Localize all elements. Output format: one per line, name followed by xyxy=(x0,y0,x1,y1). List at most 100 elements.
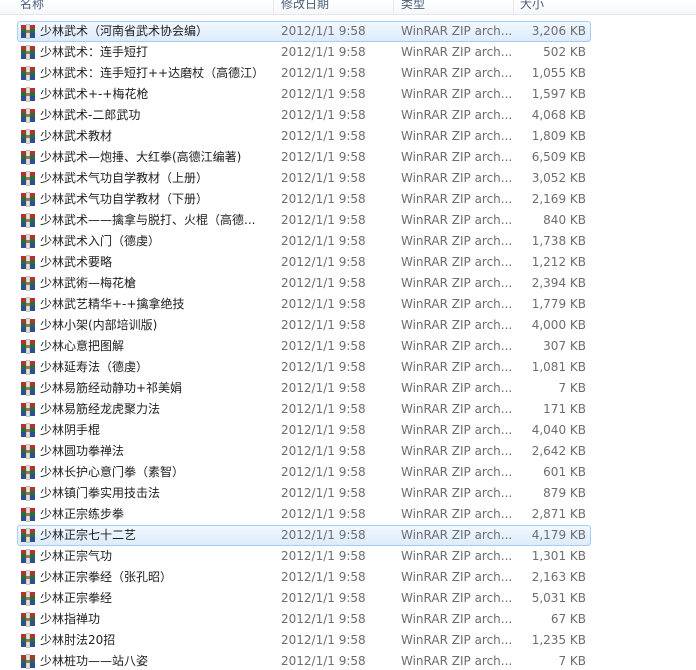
file-type: WinRAR ZIP arch... xyxy=(401,549,511,563)
file-row[interactable]: 少林武术—炮捶、大红拳(高德江编著) 2012/1/1 9:58 WinRAR ZI… xyxy=(0,147,696,168)
file-row[interactable]: 少林长护心意门拳（素智） 2012/1/1 9:58 WinRAR ZIP arch… xyxy=(0,462,696,483)
file-size: 4,040 KB xyxy=(531,423,586,437)
column-header-name[interactable]: 名称 xyxy=(20,0,44,14)
file-row[interactable]: 少林指禅功 2012/1/1 9:58 WinRAR ZIP arch... 67 K… xyxy=(0,609,696,630)
file-size: 1,055 KB xyxy=(531,66,586,80)
file-date-modified: 2012/1/1 9:58 xyxy=(281,255,366,269)
column-divider[interactable] xyxy=(273,0,274,14)
file-row[interactable]: 少林正宗拳经（张孔昭） 2012/1/1 9:58 WinRAR ZIP arch.… xyxy=(0,567,696,588)
column-header-size[interactable]: 大小 xyxy=(520,0,544,14)
file-row[interactable]: 少林心意把图解 2012/1/1 9:58 WinRAR ZIP arch... 30… xyxy=(0,336,696,357)
winrar-archive-icon xyxy=(20,87,36,102)
file-row[interactable]: 少林正宗拳经 2012/1/1 9:58 WinRAR ZIP arch... 5,0… xyxy=(0,588,696,609)
file-size: 601 KB xyxy=(543,465,586,479)
file-row[interactable]: 少林镇门拳实用技击法 2012/1/1 9:58 WinRAR ZIP arch..… xyxy=(0,483,696,504)
file-type: WinRAR ZIP arch... xyxy=(401,654,511,668)
file-date-modified: 2012/1/1 9:58 xyxy=(281,381,366,395)
column-header-date[interactable]: 修改日期 xyxy=(281,0,329,14)
winrar-archive-icon xyxy=(20,297,36,312)
file-date-modified: 2012/1/1 9:58 xyxy=(281,66,366,80)
file-type: WinRAR ZIP arch... xyxy=(401,486,511,500)
file-name: 少林小架(内部培训版) xyxy=(40,318,158,332)
file-row[interactable]: 少林武术——擒拿与脱打、火棍（高德... 2012/1/1 9:58 WinRAR … xyxy=(0,210,696,231)
file-row[interactable]: 少林桩功——站八姿 2012/1/1 9:58 WinRAR ZIP arch...… xyxy=(0,651,696,670)
file-type: WinRAR ZIP arch... xyxy=(401,213,511,227)
file-row[interactable]: 少林延寿法（德虔） 2012/1/1 9:58 WinRAR ZIP arch...… xyxy=(0,357,696,378)
column-header-type[interactable]: 类型 xyxy=(401,0,425,14)
file-date-modified: 2012/1/1 9:58 xyxy=(281,465,366,479)
file-type: WinRAR ZIP arch... xyxy=(401,66,511,80)
file-type: WinRAR ZIP arch... xyxy=(401,87,511,101)
winrar-archive-icon xyxy=(20,633,36,648)
file-row[interactable]: 少林易筋经龙虎聚力法 2012/1/1 9:58 WinRAR ZIP arch..… xyxy=(0,399,696,420)
file-date-modified: 2012/1/1 9:58 xyxy=(281,234,366,248)
file-name: 少林武术+-+梅花枪 xyxy=(40,87,149,101)
file-row[interactable]: 少林武术：连手短打 2012/1/1 9:58 WinRAR ZIP arch...… xyxy=(0,42,696,63)
file-name: 少林武术入门（德虔） xyxy=(40,234,161,248)
file-row[interactable]: 少林武术气功自学教材（上册） 2012/1/1 9:58 WinRAR ZIP ar… xyxy=(0,168,696,189)
file-row[interactable]: 少林武艺精华+-+擒拿绝技 2012/1/1 9:58 WinRAR ZIP arc… xyxy=(0,294,696,315)
winrar-archive-icon xyxy=(20,108,36,123)
file-size: 1,597 KB xyxy=(531,87,586,101)
file-row[interactable]: 少林武术-二郎武功 2012/1/1 9:58 WinRAR ZIP arch...… xyxy=(0,105,696,126)
column-divider[interactable] xyxy=(513,0,514,14)
column-header-bar: 名称 修改日期 类型 大小 xyxy=(0,0,696,15)
file-type: WinRAR ZIP arch... xyxy=(401,192,511,206)
file-type: WinRAR ZIP arch... xyxy=(401,444,511,458)
file-date-modified: 2012/1/1 9:58 xyxy=(281,108,366,122)
file-date-modified: 2012/1/1 9:58 xyxy=(281,570,366,584)
file-size: 2,642 KB xyxy=(531,444,586,458)
file-type: WinRAR ZIP arch... xyxy=(401,612,511,626)
file-size: 7 KB xyxy=(558,654,586,668)
winrar-archive-icon xyxy=(20,570,36,585)
file-type: WinRAR ZIP arch... xyxy=(401,318,511,332)
file-row[interactable]: 少林易筋经动静功+祁美娟 2012/1/1 9:58 WinRAR ZIP arch… xyxy=(0,378,696,399)
file-type: WinRAR ZIP arch... xyxy=(401,591,511,605)
file-row[interactable]: 少林武術—梅花槍 2012/1/1 9:58 WinRAR ZIP arch... 2… xyxy=(0,273,696,294)
file-date-modified: 2012/1/1 9:58 xyxy=(281,45,366,59)
file-type: WinRAR ZIP arch... xyxy=(401,150,511,164)
file-row[interactable]: 少林武术+-+梅花枪 2012/1/1 9:58 WinRAR ZIP arch..… xyxy=(0,84,696,105)
file-row[interactable]: 少林武术（河南省武术协会编） 2012/1/1 9:58 WinRAR ZIP ar… xyxy=(0,21,696,42)
file-row[interactable]: 少林武术气功自学教材（下册） 2012/1/1 9:58 WinRAR ZIP ar… xyxy=(0,189,696,210)
file-type: WinRAR ZIP arch... xyxy=(401,297,511,311)
file-date-modified: 2012/1/1 9:58 xyxy=(281,87,366,101)
file-row[interactable]: 少林阴手棍 2012/1/1 9:58 WinRAR ZIP arch... 4,04… xyxy=(0,420,696,441)
winrar-archive-icon xyxy=(20,192,36,207)
winrar-archive-icon xyxy=(20,255,36,270)
file-size: 6,509 KB xyxy=(531,150,586,164)
column-divider[interactable] xyxy=(393,0,394,14)
file-date-modified: 2012/1/1 9:58 xyxy=(281,339,366,353)
file-name: 少林阴手棍 xyxy=(40,423,101,437)
file-name: 少林指禅功 xyxy=(40,612,101,626)
file-row[interactable]: 少林小架(内部培训版) 2012/1/1 9:58 WinRAR ZIP arch.… xyxy=(0,315,696,336)
file-name: 少林武术气功自学教材（上册） xyxy=(40,171,209,185)
winrar-archive-icon xyxy=(20,234,36,249)
file-size: 307 KB xyxy=(543,339,586,353)
file-size: 1,779 KB xyxy=(531,297,586,311)
file-type: WinRAR ZIP arch... xyxy=(401,465,511,479)
file-name: 少林武术：连手短打 xyxy=(40,45,149,59)
file-row[interactable]: 少林武术入门（德虔） 2012/1/1 9:58 WinRAR ZIP arch..… xyxy=(0,231,696,252)
file-size: 2,871 KB xyxy=(531,507,586,521)
file-row[interactable]: 少林武术要略 2012/1/1 9:58 WinRAR ZIP arch... 1,2… xyxy=(0,252,696,273)
file-row[interactable]: 少林正宗气功 2012/1/1 9:58 WinRAR ZIP arch... 1,3… xyxy=(0,546,696,567)
winrar-archive-icon xyxy=(20,171,36,186)
winrar-archive-icon xyxy=(20,423,36,438)
file-type: WinRAR ZIP arch... xyxy=(401,507,511,521)
file-name: 少林武术-二郎武功 xyxy=(40,108,141,122)
file-name: 少林正宗拳经（张孔昭） xyxy=(40,570,173,584)
file-size: 3,052 KB xyxy=(531,171,586,185)
winrar-archive-icon xyxy=(20,528,36,543)
file-size: 1,809 KB xyxy=(531,129,586,143)
file-row[interactable]: 少林圆功拳禅法 2012/1/1 9:58 WinRAR ZIP arch... 2,… xyxy=(0,441,696,462)
file-row[interactable]: 少林武术：连手短打++达磨杖（高德江） 2012/1/1 9:58 WinRAR Z… xyxy=(0,63,696,84)
file-size: 2,163 KB xyxy=(531,570,586,584)
file-row[interactable]: 少林武术教材 2012/1/1 9:58 WinRAR ZIP arch... 1,8… xyxy=(0,126,696,147)
file-row[interactable]: 少林肘法20招 2012/1/1 9:58 WinRAR ZIP arch... 1,… xyxy=(0,630,696,651)
file-name: 少林圆功拳禅法 xyxy=(40,444,125,458)
file-row[interactable]: 少林正宗七十二艺 2012/1/1 9:58 WinRAR ZIP arch... 4… xyxy=(0,525,696,546)
file-date-modified: 2012/1/1 9:58 xyxy=(281,276,366,290)
file-row[interactable]: 少林正宗练步拳 2012/1/1 9:58 WinRAR ZIP arch... 2,… xyxy=(0,504,696,525)
winrar-archive-icon xyxy=(20,213,36,228)
